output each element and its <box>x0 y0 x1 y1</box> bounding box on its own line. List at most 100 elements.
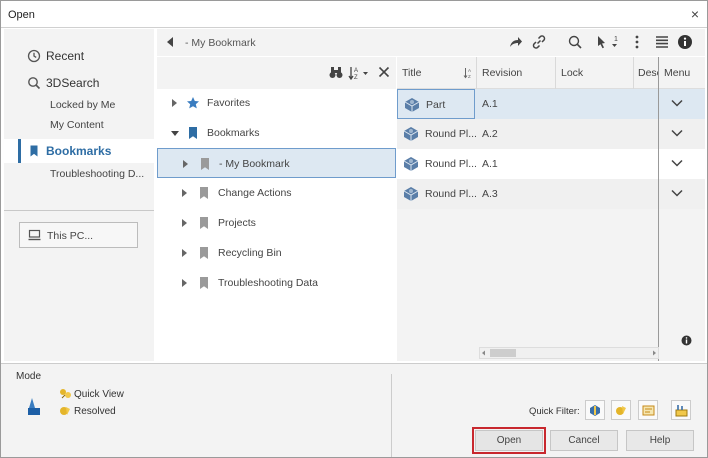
quick-view-icon <box>60 389 71 399</box>
bookmark-tree: AZ Favorites Bookmarks - My Bookmark Cha… <box>157 57 396 361</box>
chevron-down-icon[interactable] <box>671 129 683 137</box>
collapse-arrow-icon[interactable] <box>171 131 179 136</box>
column-divider <box>555 57 556 89</box>
expand-arrow-icon[interactable] <box>182 189 187 197</box>
tree-node-label: Bookmarks <box>207 127 260 139</box>
clock-icon <box>27 49 41 63</box>
nav-sub-locked-by-me[interactable]: Locked by Me <box>50 99 115 111</box>
search-icon[interactable] <box>567 34 583 50</box>
horizontal-scrollbar[interactable] <box>479 347 659 359</box>
nav-divider <box>4 210 154 211</box>
selection-filter-icon[interactable]: 1 <box>595 34 623 50</box>
tree-toolbar: AZ <box>157 57 396 89</box>
info-icon[interactable] <box>681 335 692 346</box>
nav-sub-troubleshooting[interactable]: Troubleshooting D... <box>50 168 144 180</box>
close-icon[interactable] <box>378 66 390 78</box>
row-title: Round Pl... <box>425 188 477 200</box>
resolved-label: Resolved <box>74 406 116 417</box>
row-title: Round Pl... <box>425 158 477 170</box>
column-header-menu[interactable]: Menu <box>664 67 690 79</box>
row-revision: A.3 <box>482 188 498 200</box>
assembly-filter-icon <box>675 405 688 417</box>
quick-filter-drawing-button[interactable] <box>638 400 658 420</box>
nav-sub-my-content[interactable]: My Content <box>50 119 104 131</box>
binoculars-icon[interactable] <box>329 66 343 79</box>
share-icon[interactable] <box>507 34 523 50</box>
bookmark-icon <box>200 277 208 289</box>
part-icon <box>403 157 419 171</box>
scrollbar-thumb[interactable] <box>490 349 516 357</box>
column-header-title[interactable]: Title <box>402 67 421 79</box>
content-grid: Title AZ Revision Lock Desc Menu Part A.… <box>397 57 705 361</box>
column-header-lock[interactable]: Lock <box>561 67 583 79</box>
title-cell: Round Pl... <box>397 119 477 149</box>
this-pc-button[interactable]: This PC... <box>19 222 138 248</box>
bookmark-icon <box>189 127 197 139</box>
title-cell: Part <box>397 89 475 119</box>
chevron-down-icon[interactable] <box>671 159 683 167</box>
part-icon <box>403 187 419 201</box>
tree-node-recycling-bin[interactable]: Recycling Bin <box>157 238 396 268</box>
column-header-revision[interactable]: Revision <box>482 67 522 79</box>
svg-text:1: 1 <box>614 36 618 43</box>
sort-icon[interactable]: AZ <box>463 67 473 79</box>
more-vertical-icon[interactable] <box>633 34 641 50</box>
drawing-filter-icon <box>642 405 655 416</box>
quick-view-label: Quick View <box>74 389 124 400</box>
scroll-right-icon[interactable] <box>652 350 657 356</box>
nav-item-label: Bookmarks <box>46 144 112 158</box>
column-header-description[interactable]: Desc <box>638 67 658 79</box>
tree-node-favorites[interactable]: Favorites <box>157 88 396 118</box>
tree-node-change-actions[interactable]: Change Actions <box>157 178 396 208</box>
resolved-filter-icon <box>616 406 626 415</box>
chevron-down-icon[interactable] <box>671 99 683 107</box>
quick-filter-resolved-button[interactable] <box>611 400 631 420</box>
title-cell: Round Pl... <box>397 179 477 209</box>
list-view-icon[interactable] <box>654 34 670 50</box>
star-icon <box>187 97 199 109</box>
expand-arrow-icon[interactable] <box>182 279 187 287</box>
close-icon[interactable]: × <box>691 6 699 22</box>
bottom-divider <box>391 374 392 457</box>
expand-arrow-icon[interactable] <box>182 249 187 257</box>
quick-filter-assembly-button[interactable] <box>671 400 691 420</box>
search-icon <box>28 77 41 90</box>
expand-arrow-icon[interactable] <box>182 219 187 227</box>
chevron-down-icon[interactable] <box>671 189 683 197</box>
expand-arrow-icon[interactable] <box>172 99 177 107</box>
title-bar: Open × <box>1 1 707 28</box>
tree-node-bookmarks[interactable]: Bookmarks <box>157 118 396 148</box>
nav-item-label: Recent <box>46 49 85 63</box>
open-button[interactable]: Open <box>472 427 546 454</box>
info-icon[interactable] <box>677 34 693 50</box>
quick-filter-label: Quick Filter: <box>529 406 580 417</box>
this-pc-label: This PC... <box>47 230 94 242</box>
mode-indicator-icon <box>28 398 40 415</box>
bookmark-icon <box>200 217 208 229</box>
tree-node-my-bookmark[interactable]: - My Bookmark <box>157 148 396 178</box>
computer-icon <box>28 229 41 241</box>
quick-filter-parts-button[interactable] <box>585 400 605 420</box>
part-filter-icon <box>590 405 600 416</box>
tree-node-label: - My Bookmark <box>219 158 290 170</box>
row-title: Round Pl... <box>425 128 477 140</box>
nav-item-3dsearch[interactable]: 3DSearch <box>4 71 154 95</box>
expand-arrow-icon[interactable] <box>183 160 188 168</box>
svg-text:A: A <box>354 68 358 74</box>
open-dialog: Open × Recent 3DSearch Locked by Me My C… <box>0 0 708 458</box>
nav-item-bookmarks[interactable]: Bookmarks <box>4 139 154 163</box>
tree-node-troubleshooting-data[interactable]: Troubleshooting Data <box>157 268 396 298</box>
svg-text:A: A <box>468 68 471 73</box>
tree-node-label: Recycling Bin <box>218 247 282 259</box>
nav-item-recent[interactable]: Recent <box>4 44 154 68</box>
cancel-button[interactable]: Cancel <box>550 430 618 451</box>
back-arrow-icon[interactable] <box>165 36 175 48</box>
tree-node-label: Change Actions <box>218 187 292 199</box>
tree-node-projects[interactable]: Projects <box>157 208 396 238</box>
row-revision: A.2 <box>482 128 498 140</box>
sort-icon[interactable]: AZ <box>348 66 370 80</box>
bookmark-icon <box>200 247 208 259</box>
scroll-left-icon[interactable] <box>481 350 486 356</box>
help-button[interactable]: Help <box>626 430 694 451</box>
link-icon[interactable] <box>531 34 547 50</box>
